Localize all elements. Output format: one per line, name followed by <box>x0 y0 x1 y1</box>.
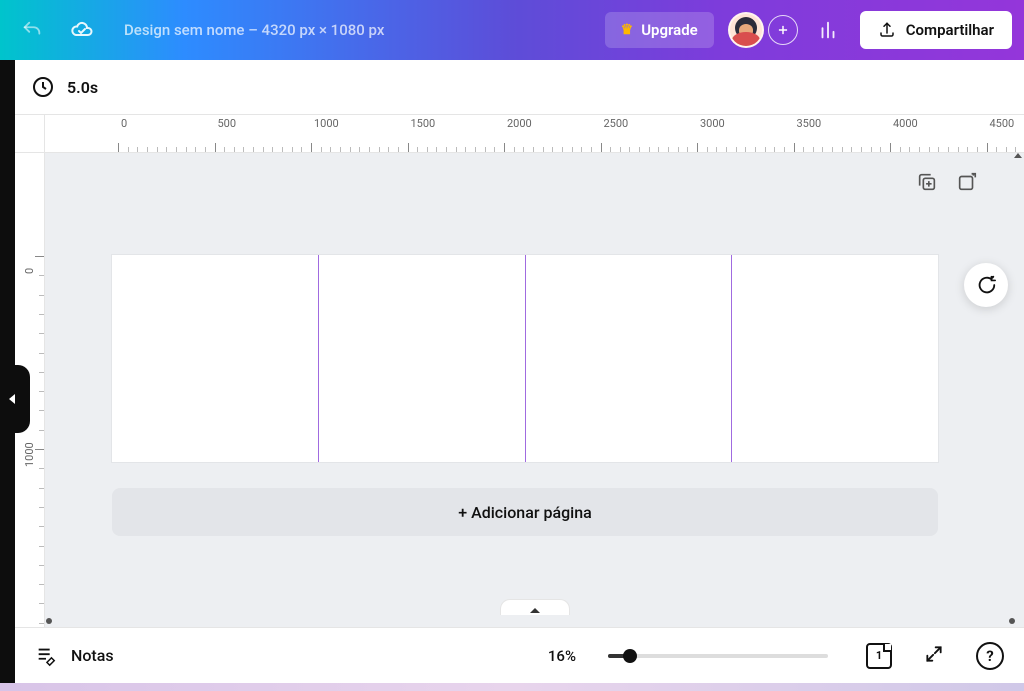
add-page-icon-button[interactable] <box>956 171 978 193</box>
analytics-icon[interactable] <box>808 10 848 50</box>
add-collaborator-button[interactable] <box>768 15 798 45</box>
zoom-value[interactable]: 16% <box>548 647 576 665</box>
scroll-up-indicator[interactable] <box>1014 153 1022 161</box>
duplicate-page-button[interactable] <box>916 171 938 193</box>
comment-fab[interactable] <box>964 263 1008 307</box>
canvas-column-1[interactable] <box>112 255 318 462</box>
clock-icon[interactable] <box>31 75 55 99</box>
zoom-slider-knob[interactable] <box>623 649 637 663</box>
vertical-ruler[interactable]: 01000 <box>15 153 45 627</box>
add-page-label: + Adicionar página <box>458 503 592 522</box>
footer-bar: Notas 16% 1 ? <box>15 627 1024 683</box>
notes-button[interactable]: Notas <box>71 646 114 665</box>
canvas-column-4[interactable] <box>732 255 938 462</box>
canvas-column-3[interactable] <box>526 255 732 462</box>
ruler-corner <box>15 115 45 152</box>
upgrade-button[interactable]: ♛ Upgrade <box>605 12 714 48</box>
share-label: Compartilhar <box>906 21 994 39</box>
duration-value[interactable]: 5.0s <box>67 78 98 97</box>
ruler-row: 050010001500200025003000350040004500 <box>15 115 1024 153</box>
horizontal-ruler[interactable]: 050010001500200025003000350040004500 <box>45 115 1024 152</box>
undo-button[interactable] <box>12 10 52 50</box>
header-left-group <box>12 10 102 50</box>
user-avatar[interactable] <box>728 12 764 48</box>
add-page-button[interactable]: + Adicionar página <box>112 488 938 536</box>
upload-icon <box>878 21 896 39</box>
top-header: Design sem nome – 4320 px × 1080 px ♛ Up… <box>0 0 1024 60</box>
zoom-slider[interactable] <box>608 654 828 658</box>
horizontal-scrollbar[interactable] <box>45 613 1016 627</box>
fullscreen-button[interactable] <box>924 644 944 668</box>
help-button[interactable]: ? <box>976 642 1004 670</box>
canvas-column-2[interactable] <box>319 255 525 462</box>
page-tools <box>916 171 978 193</box>
share-button[interactable]: Compartilhar <box>860 11 1012 49</box>
document-title[interactable]: Design sem nome – 4320 px × 1080 px <box>124 21 384 39</box>
desktop-background-sliver <box>0 683 1024 691</box>
crown-icon: ♛ <box>621 22 634 38</box>
canvas-area[interactable]: + Adicionar página <box>45 153 1024 627</box>
design-canvas[interactable] <box>112 255 938 462</box>
notes-icon[interactable] <box>35 645 57 667</box>
cloud-sync-icon[interactable] <box>62 10 102 50</box>
side-panel-collapsed <box>0 60 15 683</box>
page-indicator[interactable]: 1 <box>866 643 892 669</box>
avatar-group <box>728 12 798 48</box>
timing-bar: 5.0s <box>15 60 1024 115</box>
upgrade-label: Upgrade <box>641 21 698 39</box>
